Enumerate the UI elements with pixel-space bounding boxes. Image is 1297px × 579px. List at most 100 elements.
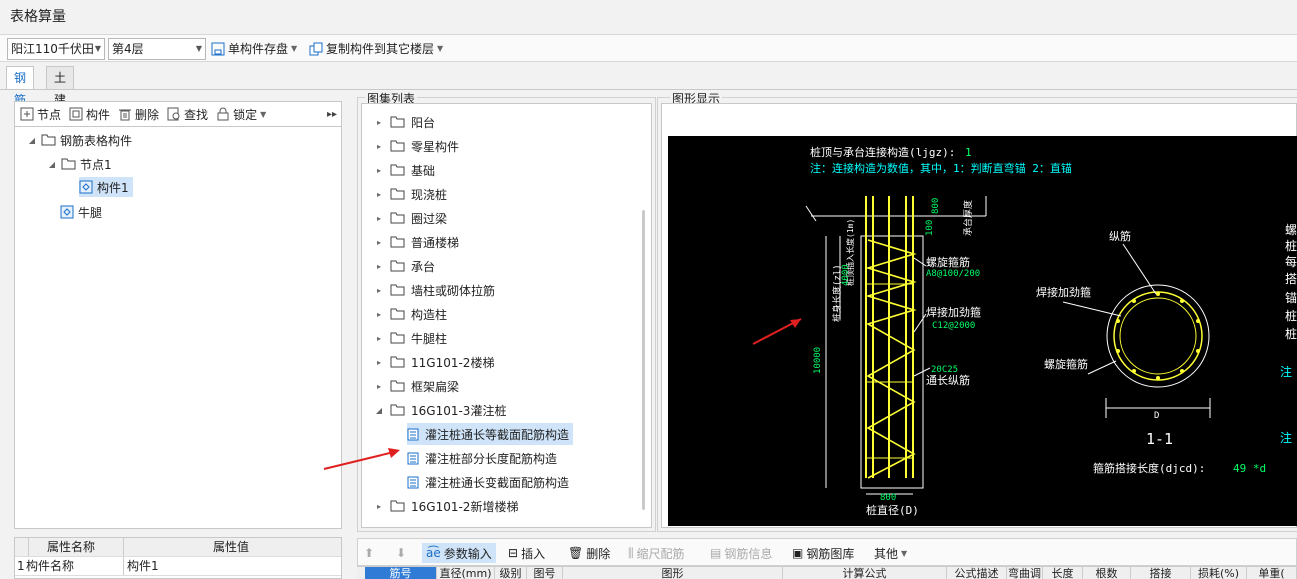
- atlas-folder[interactable]: ▸ 16G101-2新增楼梯: [374, 495, 518, 517]
- chevron-down-icon: ▼: [94, 44, 101, 53]
- connection-value: 1: [965, 146, 972, 159]
- property-value[interactable]: 构件1: [127, 557, 159, 575]
- info-icon: ▤: [710, 546, 722, 560]
- delete-button[interactable]: 删除: [118, 106, 159, 123]
- tab-rebar[interactable]: 钢筋: [6, 66, 35, 107]
- tree-comp1[interactable]: 构件1: [79, 177, 133, 197]
- leader-line: [913, 257, 927, 267]
- atlas-folder[interactable]: ▸ 11G101-2楼梯: [374, 351, 494, 373]
- add-node-label: 节点: [37, 107, 62, 122]
- scale-rebar-button[interactable]: ⫼ 缩尺配筋: [628, 543, 685, 563]
- section-weld-label: 焊接加劲箍: [1036, 285, 1091, 299]
- save-single-button[interactable]: 单构件存盘 ▼: [211, 39, 297, 59]
- atlas-folder[interactable]: ▸ 零星构件: [374, 135, 459, 157]
- col-formula[interactable]: 计算公式: [783, 567, 947, 579]
- atlas-folder[interactable]: ▸ 牛腿柱: [374, 327, 447, 349]
- chevron-down-icon: ▼: [260, 109, 267, 119]
- insert-button[interactable]: ⊟ 插入: [508, 543, 545, 563]
- col-count[interactable]: 根数: [1083, 567, 1131, 579]
- col-figure-no[interactable]: 图号: [527, 567, 563, 579]
- rebar-library-button[interactable]: ▣ 钢筋图库: [792, 543, 854, 563]
- tree-node1[interactable]: ◢ 节点1: [47, 154, 112, 174]
- caret-down-icon: ◢: [28, 135, 36, 145]
- section-outer: [1106, 284, 1210, 388]
- atlas-folder[interactable]: ▸ 阳台: [374, 111, 435, 133]
- param-input-button[interactable]: a͡e 参数输入: [422, 543, 496, 563]
- copy-to-floor-button[interactable]: 复制构件到其它楼层 ▼: [309, 39, 443, 59]
- chevron-down-icon: ▼: [901, 548, 908, 558]
- atlas-folder-label: 牛腿柱: [411, 331, 448, 346]
- weld-label: 焊接加劲箍: [926, 305, 981, 319]
- left-toolbar: 节点 构件 删除 查找 锁定 ▼ ▸▸: [14, 101, 342, 127]
- rebar-toolbar: ⬆ ⬇ a͡e 参数输入 ⊟ 插入 🗑 删除 ⫼ 缩尺配筋 ▤ 钢筋信息 ▣ 钢…: [357, 538, 1297, 566]
- move-up-button[interactable]: ⬆: [364, 543, 374, 563]
- atlas-folder[interactable]: ▸ 现浇桩: [374, 183, 447, 205]
- tab-civil[interactable]: 土建: [46, 66, 75, 107]
- property-table: 属性名称 属性值 1 构件名称 构件1: [14, 537, 342, 579]
- tree-corbel-label: 牛腿: [78, 205, 103, 220]
- atlas-item[interactable]: 灌注桩通长等截面配筋构造: [407, 423, 574, 445]
- main-bar-label: 通长纵筋: [926, 373, 970, 387]
- pile-diameter-label: 桩直径(D): [866, 503, 919, 517]
- folder-icon: [390, 332, 405, 344]
- delete-label: 删除: [135, 107, 160, 122]
- window-title: 表格算量: [10, 9, 66, 25]
- right-note-2: 注: [1280, 430, 1292, 445]
- atlas-folder[interactable]: ▸ 承台: [374, 255, 435, 277]
- caret-right-icon: ▸: [376, 165, 381, 175]
- col-lap[interactable]: 搭接: [1131, 567, 1191, 579]
- folder-icon: [41, 134, 56, 146]
- floor-select[interactable]: 第4层 ▼: [108, 38, 206, 60]
- scrollbar-thumb[interactable]: [642, 210, 645, 510]
- project-select-value: 阳江110千伏田: [11, 42, 94, 56]
- rebar-info-button[interactable]: ▤ 钢筋信息: [710, 543, 772, 563]
- col-length[interactable]: 长度: [1043, 567, 1083, 579]
- col-shape[interactable]: 图形: [563, 567, 783, 579]
- col-diameter[interactable]: 直径(mm): [437, 567, 495, 579]
- atlas-folder-label: 现浇桩: [411, 187, 448, 202]
- atlas-folder[interactable]: ▸ 圈过梁: [374, 207, 447, 229]
- cad-canvas[interactable]: 桩顶与承台连接构造(ljgz): 1 注：连接构造为数值，其中，1：判断直弯锚 …: [668, 136, 1297, 526]
- col-loss[interactable]: 损耗(%): [1191, 567, 1247, 579]
- right-text-6: 桩: [1285, 308, 1297, 323]
- caret-right-icon: ▸: [376, 189, 381, 199]
- spiral-stirrup: [865, 239, 917, 479]
- caret-right-icon: ▸: [376, 285, 381, 295]
- delete-row-button[interactable]: 🗑 删除: [568, 543, 610, 563]
- right-text-5: 锚: [1285, 290, 1297, 305]
- lock-button[interactable]: 锁定 ▼: [216, 106, 266, 123]
- dim-4000: 4000: [841, 264, 851, 286]
- atlas-folder[interactable]: ▸ 基础: [374, 159, 435, 181]
- folder-icon: [390, 260, 405, 272]
- folder-icon: [390, 140, 405, 152]
- col-grade[interactable]: 级别: [495, 567, 527, 579]
- column-divider: [123, 557, 124, 575]
- move-down-button[interactable]: ⬇: [396, 543, 406, 563]
- tree-corbel[interactable]: 牛腿: [60, 202, 102, 222]
- atlas-folder[interactable]: ▸ 框架扁梁: [374, 375, 459, 397]
- section-d-label: D: [1154, 411, 1159, 421]
- project-select[interactable]: 阳江110千伏田 ▼: [7, 38, 105, 60]
- other-label: 其他: [874, 546, 899, 561]
- atlas-item[interactable]: 灌注桩部分长度配筋构造: [407, 447, 557, 469]
- atlas-item[interactable]: 灌注桩通长变截面配筋构造: [407, 471, 569, 493]
- more-icon[interactable]: ▸▸: [327, 109, 337, 120]
- col-formula-desc[interactable]: 公式描述: [947, 567, 1007, 579]
- col-bar-no[interactable]: 筋号: [365, 567, 437, 579]
- tree-root[interactable]: ◢ 钢筋表格构件: [27, 130, 132, 150]
- add-node-button[interactable]: 节点: [20, 106, 61, 123]
- find-button[interactable]: 查找: [167, 106, 208, 123]
- col-bend[interactable]: 弯曲调: [1007, 567, 1043, 579]
- add-component-button[interactable]: 构件: [69, 106, 110, 123]
- folder-icon: [390, 356, 405, 368]
- property-row[interactable]: 1 构件名称 构件1: [15, 557, 341, 576]
- right-text-7: 桩: [1285, 326, 1297, 341]
- atlas-folder[interactable]: ▸ 构造柱: [374, 303, 447, 325]
- other-button[interactable]: 其他 ▼: [874, 543, 907, 563]
- annotation-arrow-icon: [323, 448, 400, 470]
- component-icon: [60, 205, 74, 219]
- atlas-folder[interactable]: ▸ 墙柱或砌体拉筋: [374, 279, 495, 301]
- atlas-folder[interactable]: ▸ 普通楼梯: [374, 231, 459, 253]
- atlas-folder[interactable]: ◢ 16G101-3灌注桩: [374, 399, 507, 421]
- col-unit-weight[interactable]: 单重(: [1247, 567, 1297, 579]
